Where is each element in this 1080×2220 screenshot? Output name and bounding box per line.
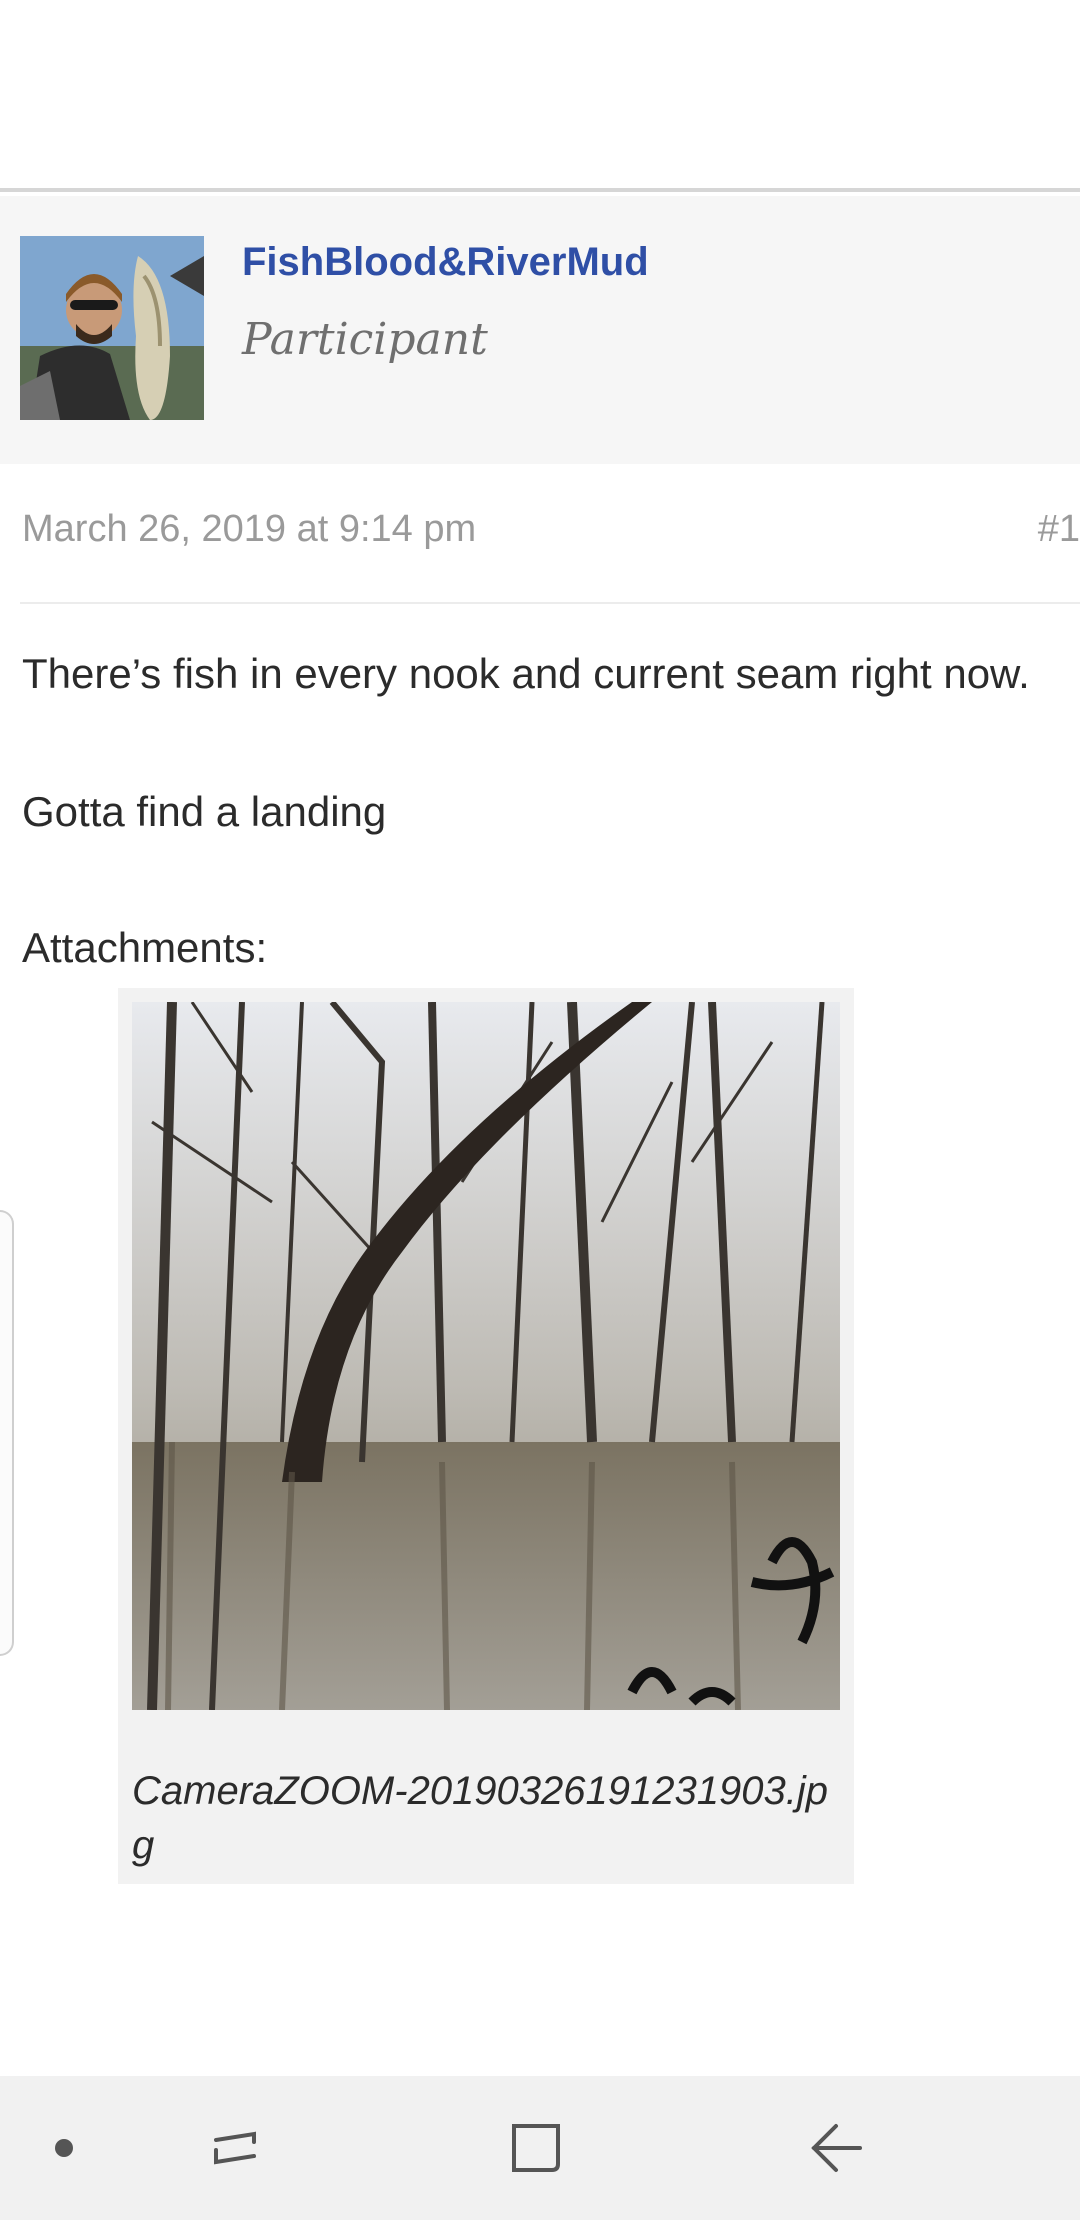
author-role: Participant [242, 314, 488, 365]
top-spacer [0, 0, 1080, 188]
post-text-line-2: Gotta find a landing [22, 788, 387, 835]
author-name-link[interactable]: FishBlood&RiverMud [242, 240, 649, 285]
home-icon[interactable] [500, 2112, 572, 2184]
dot-icon[interactable] [28, 2112, 100, 2184]
author-card: FishBlood&RiverMud Participant [0, 196, 1080, 464]
flooded-forest-photo[interactable] [132, 1002, 840, 1710]
post-divider [20, 602, 1080, 604]
attachment-filename[interactable]: CameraZOOM-20190326191231903.jpg [132, 1764, 832, 1872]
top-divider [0, 188, 1080, 192]
post-text-line-1: There’s fish in every nook and current s… [22, 650, 1030, 697]
android-nav-bar [0, 2076, 1080, 2220]
user-avatar-photo[interactable] [20, 236, 204, 420]
attachment-card[interactable]: CameraZOOM-20190326191231903.jpg [118, 988, 854, 1884]
attachments-label: Attachments: [22, 924, 268, 971]
post-permalink[interactable]: #1 [1038, 508, 1080, 551]
post-date: March 26, 2019 at 9:14 pm [22, 508, 477, 550]
recent-apps-icon[interactable] [198, 2112, 270, 2184]
back-icon[interactable] [802, 2112, 874, 2184]
forum-post-page: FishBlood&RiverMud Participant March 26,… [0, 0, 1080, 2220]
edge-panel-handle[interactable] [0, 1210, 14, 1656]
